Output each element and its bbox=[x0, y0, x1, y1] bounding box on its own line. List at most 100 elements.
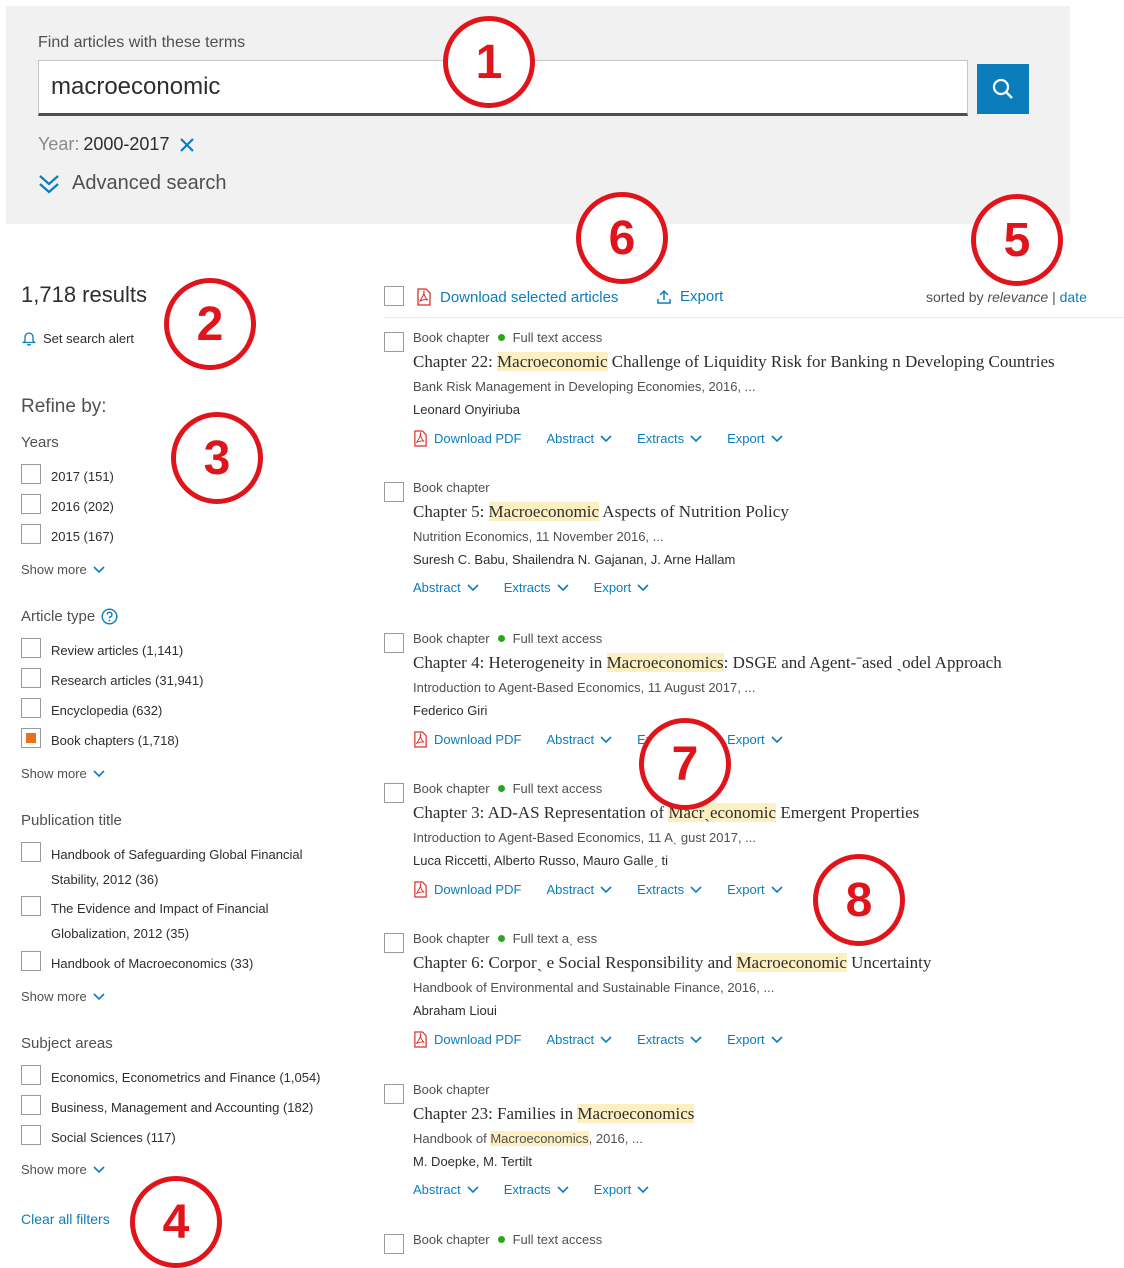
checkbox-checked[interactable] bbox=[21, 728, 41, 748]
checkbox[interactable] bbox=[21, 668, 41, 688]
facet-years-title: Years bbox=[21, 434, 59, 451]
result-title-link[interactable]: Chapter 23: Families in Macroeconomics bbox=[413, 1104, 695, 1124]
download-pdf-link[interactable]: Download PDF bbox=[413, 1031, 521, 1048]
abstract-toggle[interactable]: Abstract bbox=[546, 732, 612, 747]
full-text-access-badge: Full text access bbox=[497, 631, 602, 646]
abstract-toggle[interactable]: Abstract bbox=[413, 1182, 479, 1197]
abstract-toggle[interactable]: Abstract bbox=[546, 882, 612, 897]
result-checkbox[interactable] bbox=[384, 482, 404, 502]
export-toggle[interactable]: Export bbox=[727, 732, 783, 747]
export-toggle[interactable]: Export bbox=[727, 882, 783, 897]
facet-item-label: Business, Management and Accounting (182… bbox=[51, 1100, 314, 1115]
checkbox[interactable] bbox=[21, 842, 41, 862]
extracts-toggle[interactable]: Extracts bbox=[637, 431, 702, 446]
download-pdf-link[interactable]: Download PDF bbox=[413, 881, 521, 898]
abstract-toggle[interactable]: Abstract bbox=[546, 431, 612, 446]
checkbox[interactable] bbox=[21, 896, 41, 916]
result-checkbox[interactable] bbox=[384, 1084, 404, 1104]
facet-publication-2[interactable]: The Evidence and Impact of Financial Glo… bbox=[21, 896, 341, 946]
chevron-down-icon bbox=[771, 735, 783, 744]
download-pdf-label: Download PDF bbox=[434, 882, 522, 897]
facet-subject-economics[interactable]: Economics, Econometrics and Finance (1,0… bbox=[21, 1065, 341, 1090]
abstract-toggle[interactable]: Abstract bbox=[546, 1032, 612, 1047]
search-button[interactable] bbox=[977, 64, 1029, 114]
annotation-badge-6: 6 bbox=[576, 192, 668, 284]
chevron-down-icon bbox=[600, 735, 612, 744]
title-text: Chapter 6: Corporˎ e Social Responsibili… bbox=[413, 953, 737, 972]
result-title-link[interactable]: Chapter 22: Macroeconomic Challenge of L… bbox=[413, 352, 1055, 372]
checkbox[interactable] bbox=[21, 464, 41, 484]
double-chevron-down-icon bbox=[38, 174, 60, 194]
help-icon[interactable] bbox=[101, 608, 118, 625]
source-text: Introduction to Agent-Based Economics, 1… bbox=[413, 830, 757, 845]
facet-item-label: Handbook of Safeguarding Global Financia… bbox=[51, 847, 303, 887]
export-toggle[interactable]: Export bbox=[594, 1182, 650, 1197]
clear-all-filters-link[interactable]: Clear all filters bbox=[21, 1211, 110, 1227]
annotation-badge-7: 7 bbox=[639, 718, 731, 810]
years-show-more[interactable]: Show more bbox=[21, 562, 105, 577]
checkbox[interactable] bbox=[21, 698, 41, 718]
year-filter-label: Year: bbox=[38, 134, 80, 154]
checkbox[interactable] bbox=[21, 638, 41, 658]
facet-publication-1[interactable]: Handbook of Safeguarding Global Financia… bbox=[21, 842, 341, 892]
extracts-toggle[interactable]: Extracts bbox=[637, 1032, 702, 1047]
result-title-link[interactable]: Chapter 4: Heterogeneity in Macroeconomi… bbox=[413, 653, 1002, 673]
advanced-search-toggle[interactable]: Advanced search bbox=[38, 172, 227, 195]
checkbox[interactable] bbox=[21, 1125, 41, 1145]
checkbox[interactable] bbox=[21, 1065, 41, 1085]
facet-subject-business[interactable]: Business, Management and Accounting (182… bbox=[21, 1095, 341, 1120]
article-type-show-more[interactable]: Show more bbox=[21, 766, 105, 781]
facet-research-articles[interactable]: Research articles (31,941) bbox=[21, 668, 341, 693]
subject-areas-show-more[interactable]: Show more bbox=[21, 1162, 105, 1177]
export-toggle[interactable]: Export bbox=[727, 1032, 783, 1047]
sort-date-link[interactable]: date bbox=[1060, 289, 1087, 305]
remove-year-filter-icon[interactable] bbox=[179, 137, 195, 153]
result-checkbox[interactable] bbox=[384, 933, 404, 953]
extracts-toggle[interactable]: Extracts bbox=[504, 1182, 569, 1197]
checkbox[interactable] bbox=[21, 524, 41, 544]
result-checkbox[interactable] bbox=[384, 633, 404, 653]
source-text: Nutrition Economics, 11 November 2016, .… bbox=[413, 529, 664, 544]
export-label: Export bbox=[727, 431, 765, 446]
download-pdf-link[interactable]: Download PDF bbox=[413, 731, 521, 748]
sort-relevance[interactable]: relevance bbox=[987, 289, 1048, 305]
checkbox[interactable] bbox=[21, 1095, 41, 1115]
extracts-toggle[interactable]: Extracts bbox=[637, 882, 702, 897]
checkbox[interactable] bbox=[21, 494, 41, 514]
results-toolbar: Download selected articles Export sorted… bbox=[384, 286, 1124, 318]
export-toggle[interactable]: Export bbox=[594, 580, 650, 595]
checkbox[interactable] bbox=[21, 951, 41, 971]
result-title-link[interactable]: Chapter 6: Corporˎ e Social Responsibili… bbox=[413, 953, 931, 973]
facet-publication-3[interactable]: Handbook of Macroeconomics (33) bbox=[21, 951, 341, 976]
result-checkbox[interactable] bbox=[384, 1234, 404, 1254]
facet-item-label: Social Sciences (117) bbox=[51, 1130, 176, 1145]
facet-review-articles[interactable]: Review articles (1,141) bbox=[21, 638, 341, 663]
select-all-checkbox[interactable] bbox=[384, 286, 404, 306]
result-checkbox[interactable] bbox=[384, 332, 404, 352]
abstract-toggle[interactable]: Abstract bbox=[413, 580, 479, 595]
title-text: Chapter 5: bbox=[413, 502, 489, 521]
facet-subject-social-sciences[interactable]: Social Sciences (117) bbox=[21, 1125, 341, 1150]
export-button[interactable]: Export bbox=[656, 288, 723, 305]
download-pdf-link[interactable]: Download PDF bbox=[413, 430, 521, 447]
set-search-alert-link[interactable]: Set search alert bbox=[21, 330, 134, 346]
publication-title-show-more[interactable]: Show more bbox=[21, 989, 105, 1004]
result-title-link[interactable]: Chapter 5: Macroeconomic Aspects of Nutr… bbox=[413, 502, 789, 522]
facet-book-chapters[interactable]: Book chapters (1,718) bbox=[21, 728, 341, 753]
annotation-badge-2: 2 bbox=[164, 278, 256, 370]
facet-encyclopedia[interactable]: Encyclopedia (632) bbox=[21, 698, 341, 723]
chevron-down-icon bbox=[637, 583, 649, 592]
access-dot-icon bbox=[497, 334, 505, 341]
extracts-label: Extracts bbox=[503, 1182, 551, 1197]
result-checkbox[interactable] bbox=[384, 783, 404, 803]
facet-year-2015[interactable]: 2015 (167) bbox=[21, 524, 341, 549]
title-text: Challenge of Liquidity Risk for Banking … bbox=[607, 352, 1055, 371]
title-text: Aspects of Nutrition Policy bbox=[599, 502, 789, 521]
access-label: Full text aˎ ess bbox=[512, 931, 598, 946]
chevron-down-icon bbox=[467, 583, 479, 592]
facet-year-2016[interactable]: 2016 (202) bbox=[21, 494, 341, 519]
extracts-toggle[interactable]: Extracts bbox=[504, 580, 569, 595]
download-selected-button[interactable]: Download selected articles bbox=[416, 288, 618, 306]
export-toggle[interactable]: Export bbox=[727, 431, 783, 446]
search-icon bbox=[991, 77, 1015, 101]
